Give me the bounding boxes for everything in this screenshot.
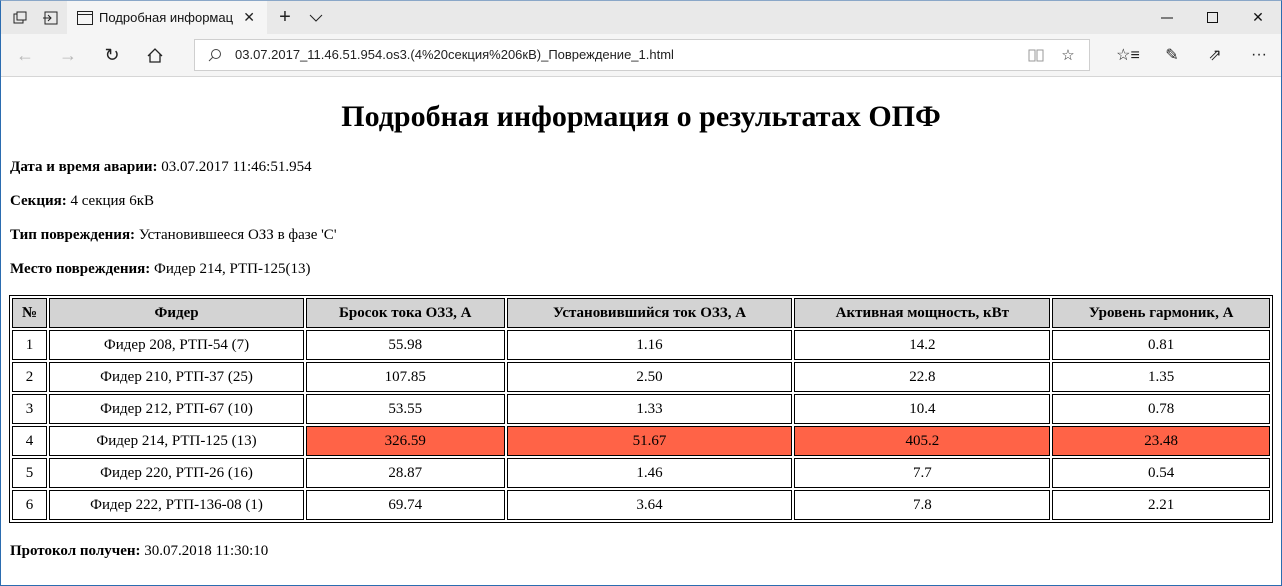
cell-number: 5 xyxy=(12,458,48,488)
cell-harmonics: 0.81 xyxy=(1052,330,1270,360)
favorites-hub-icon[interactable]: ☆≡ xyxy=(1108,34,1148,76)
search-icon xyxy=(205,40,225,70)
web-note-icon[interactable]: ✎ xyxy=(1152,34,1192,76)
cell-feeder: Фидер 208, РТП-54 (7) xyxy=(49,330,304,360)
cell-steady-current: 2.50 xyxy=(506,362,793,392)
header-feeder: Фидер xyxy=(49,298,304,328)
table-row: 6 Фидер 222, РТП-136-08 (1) 69.74 3.64 7… xyxy=(12,490,1270,520)
table-row: 3 Фидер 212, РТП-67 (10) 53.55 1.33 10.4… xyxy=(12,394,1270,424)
set-aside-tabs-icon[interactable] xyxy=(5,1,35,34)
cell-inrush-current: 55.98 xyxy=(305,330,505,360)
info-label: Секция: xyxy=(10,193,67,209)
tab-list-chevron-icon[interactable] xyxy=(304,1,328,34)
cell-steady-current: 1.16 xyxy=(506,330,793,360)
info-accident-time: Дата и время аварии: 03.07.2017 11:46:51… xyxy=(10,159,312,176)
table-row: 5 Фидер 220, РТП-26 (16) 28.87 1.46 7.7 … xyxy=(12,458,1270,488)
info-value: 30.07.2018 11:30:10 xyxy=(144,543,269,559)
info-label: Место повреждения: xyxy=(10,261,151,277)
info-value: Установившееся ОЗЗ в фазе 'C' xyxy=(138,227,337,243)
cell-number: 3 xyxy=(12,394,48,424)
minimize-icon[interactable] xyxy=(1144,1,1190,34)
cell-number: 1 xyxy=(12,330,48,360)
forward-icon[interactable]: → xyxy=(48,34,88,76)
cell-feeder: Фидер 220, РТП-26 (16) xyxy=(49,458,304,488)
cell-steady-current: 3.64 xyxy=(506,490,793,520)
cell-inrush-current: 326.59 xyxy=(305,426,505,456)
table-row: 1 Фидер 208, РТП-54 (7) 55.98 1.16 14.2 … xyxy=(12,330,1270,360)
cell-steady-current: 51.67 xyxy=(506,426,793,456)
reading-view-icon[interactable] xyxy=(1025,40,1047,70)
share-icon[interactable]: ⇗ xyxy=(1195,34,1235,76)
cell-active-power: 10.4 xyxy=(794,394,1051,424)
refresh-icon[interactable]: ↻ xyxy=(92,34,132,76)
cell-harmonics: 2.21 xyxy=(1052,490,1270,520)
cell-feeder: Фидер 222, РТП-136-08 (1) xyxy=(49,490,304,520)
header-number: № xyxy=(12,298,48,328)
cell-number: 6 xyxy=(12,490,48,520)
header-steady-current: Установившийся ток ОЗЗ, А xyxy=(506,298,793,328)
cell-active-power: 14.2 xyxy=(794,330,1051,360)
cell-number: 4 xyxy=(12,426,48,456)
protocol-received: Протокол получен: 30.07.2018 11:30:10 xyxy=(10,543,268,560)
cell-harmonics: 1.35 xyxy=(1052,362,1270,392)
table-header-row: № Фидер Бросок тока ОЗЗ, А Установившийс… xyxy=(12,298,1270,328)
restore-tabs-icon[interactable] xyxy=(35,1,65,34)
cell-inrush-current: 107.85 xyxy=(305,362,505,392)
page-title: Подробная информация о результатах ОПФ xyxy=(341,100,941,133)
table-row: 2 Фидер 210, РТП-37 (25) 107.85 2.50 22.… xyxy=(12,362,1270,392)
navigation-bar: ← → ↻ 03.07.2017_11.46.51.954.os3.(4%20с… xyxy=(1,34,1281,77)
cell-active-power: 22.8 xyxy=(794,362,1051,392)
info-label: Тип повреждения: xyxy=(10,227,136,243)
info-fault-type: Тип повреждения: Установившееся ОЗЗ в фа… xyxy=(10,227,337,244)
cell-steady-current: 1.33 xyxy=(506,394,793,424)
close-tab-icon[interactable]: ✕ xyxy=(243,1,255,34)
maximize-icon[interactable] xyxy=(1190,1,1236,34)
header-active-power: Активная мощность, кВт xyxy=(794,298,1051,328)
cell-number: 2 xyxy=(12,362,48,392)
cell-inrush-current: 69.74 xyxy=(305,490,505,520)
info-section: Секция: 4 секция 6кВ xyxy=(10,193,154,210)
tab-bar: Подробная информац ✕ + ✕ xyxy=(1,1,1281,34)
address-bar[interactable]: 03.07.2017_11.46.51.954.os3.(4%20секция%… xyxy=(194,39,1090,71)
cell-steady-current: 1.46 xyxy=(506,458,793,488)
cell-active-power: 7.8 xyxy=(794,490,1051,520)
cell-feeder: Фидер 214, РТП-125 (13) xyxy=(49,426,304,456)
info-label: Протокол получен: xyxy=(10,543,141,559)
close-window-icon[interactable]: ✕ xyxy=(1235,1,1281,34)
cell-active-power: 7.7 xyxy=(794,458,1051,488)
info-label: Дата и время аварии: xyxy=(10,159,158,175)
page-icon xyxy=(77,10,93,25)
info-value: 03.07.2017 11:46:51.954 xyxy=(161,159,312,175)
cell-harmonics: 23.48 xyxy=(1052,426,1270,456)
table-row-highlighted: 4 Фидер 214, РТП-125 (13) 326.59 51.67 4… xyxy=(12,426,1270,456)
results-table: № Фидер Бросок тока ОЗЗ, А Установившийс… xyxy=(9,295,1273,523)
cell-feeder: Фидер 212, РТП-67 (10) xyxy=(49,394,304,424)
new-tab-icon[interactable]: + xyxy=(273,1,297,34)
cell-active-power: 405.2 xyxy=(794,426,1051,456)
url-text[interactable]: 03.07.2017_11.46.51.954.os3.(4%20секция%… xyxy=(235,40,674,70)
more-menu-icon[interactable]: ··· xyxy=(1239,34,1279,76)
cell-harmonics: 0.54 xyxy=(1052,458,1270,488)
back-icon[interactable]: ← xyxy=(5,34,45,76)
cell-harmonics: 0.78 xyxy=(1052,394,1270,424)
info-fault-location: Место повреждения: Фидер 214, РТП-125(13… xyxy=(10,261,310,278)
browser-window: Подробная информац ✕ + ✕ ← → ↻ 03.07.201… xyxy=(0,0,1282,586)
cell-inrush-current: 28.87 xyxy=(305,458,505,488)
info-value: Фидер 214, РТП-125(13) xyxy=(154,261,311,277)
favorite-star-icon[interactable]: ☆ xyxy=(1057,40,1079,70)
tab-title: Подробная информац xyxy=(99,10,234,25)
header-harmonics: Уровень гармоник, А xyxy=(1052,298,1270,328)
info-value: 4 секция 6кВ xyxy=(70,193,155,209)
tab-active[interactable]: Подробная информац ✕ xyxy=(67,1,267,34)
cell-inrush-current: 53.55 xyxy=(305,394,505,424)
cell-feeder: Фидер 210, РТП-37 (25) xyxy=(49,362,304,392)
page-content: Подробная информация о результатах ОПФ Д… xyxy=(1,77,1281,585)
header-inrush-current: Бросок тока ОЗЗ, А xyxy=(305,298,505,328)
home-icon[interactable] xyxy=(135,34,175,76)
